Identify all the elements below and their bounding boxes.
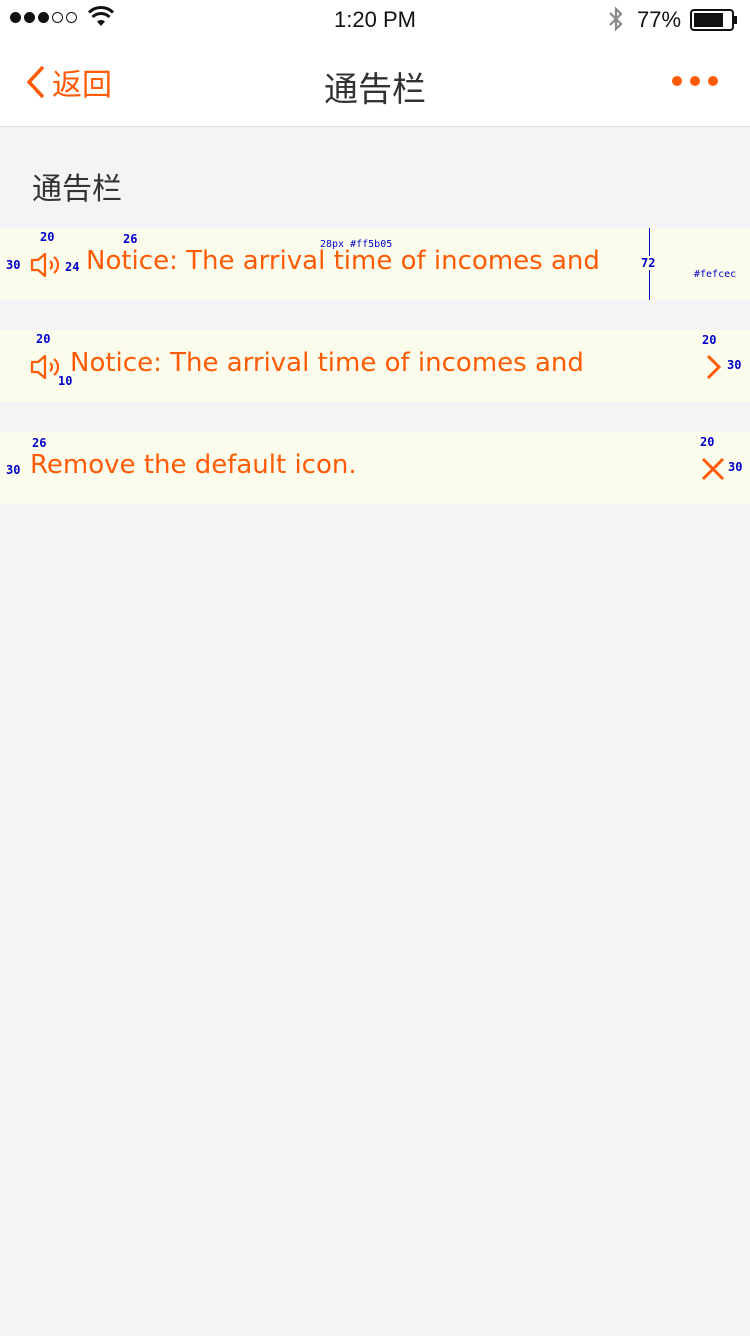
more-button[interactable] [672, 76, 718, 86]
annotation-height: 72 [641, 256, 656, 270]
annotation-text-top: 26 [32, 436, 47, 450]
battery-icon [690, 9, 737, 31]
annotation-icon-top: 20 [40, 230, 55, 244]
annotation-right-margin: 30 [727, 358, 742, 372]
notice-bar: Remove the default icon. 26 30 20 30 [0, 432, 750, 504]
annotation-icon-gap: 10 [58, 374, 73, 388]
annotation-icon-gap: 24 [65, 260, 80, 274]
bluetooth-icon [609, 6, 623, 32]
more-dot [690, 76, 700, 86]
annotation-left-margin: 30 [6, 463, 21, 477]
chevron-right-icon[interactable] [704, 354, 722, 380]
speaker-icon [30, 252, 60, 278]
nav-bar: 返回 通告栏 [0, 40, 750, 127]
annotation-icon-top: 20 [36, 332, 51, 346]
annotation-bg: #fefcec [694, 269, 737, 280]
notice-text: Notice: The arrival time of incomes and [70, 348, 584, 378]
annotation-text-top: 26 [123, 232, 138, 246]
notice-bar: Notice: The arrival time of incomes and … [0, 228, 750, 300]
notice-text: Notice: The arrival time of incomes and [86, 246, 600, 276]
section-title: 通告栏 [32, 172, 122, 207]
annotation-right-top: 20 [700, 435, 715, 449]
notice-text: Remove the default icon. [30, 450, 357, 480]
annotation-right-top: 20 [702, 333, 717, 347]
status-bar: 1:20 PM 77% [0, 0, 750, 40]
page-title: 通告栏 [324, 70, 426, 110]
battery-percent: 77% [637, 7, 682, 32]
close-icon[interactable] [700, 456, 726, 482]
annotation-font: 28px #ff5b05 [320, 239, 393, 250]
annotation-left-margin: 30 [6, 258, 21, 272]
notice-bar[interactable]: Notice: The arrival time of incomes and … [0, 330, 750, 402]
annotation-right-margin: 30 [728, 460, 743, 474]
more-dot [708, 76, 718, 86]
more-dot [672, 76, 682, 86]
